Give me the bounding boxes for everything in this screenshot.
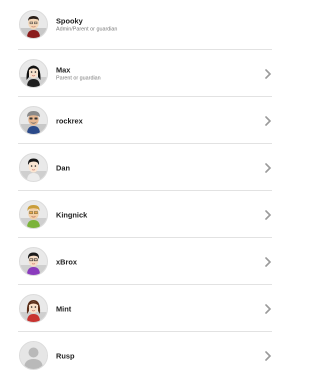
user-row-xbrox[interactable]: xBrox	[0, 238, 286, 285]
user-role: Admin/Parent or guardian	[56, 26, 118, 33]
chevron-right-icon	[264, 303, 272, 314]
user-row-mint[interactable]: Mint	[0, 285, 286, 332]
default-avatar-icon	[19, 340, 48, 370]
user-role: Parent or guardian	[56, 75, 101, 81]
avatar-kingnick	[19, 199, 48, 229]
user-row-rockrex[interactable]: rockrex	[0, 97, 286, 144]
avatar-rockrex	[19, 105, 48, 135]
user-row-kingnick[interactable]: Kingnick	[0, 191, 286, 238]
user-row-rusp[interactable]: Rusp	[0, 332, 286, 379]
user-name: rockrex	[56, 116, 83, 125]
user-name: Rusp	[56, 351, 75, 360]
avatar-xbrox	[19, 246, 48, 276]
chevron-right-icon	[264, 350, 272, 361]
user-row-dan[interactable]: Dan	[0, 144, 286, 191]
avatar-dan	[19, 152, 48, 182]
user-list: Spooky Admin/Parent or guardian Max Pare…	[0, 0, 286, 384]
chevron-right-icon	[264, 68, 272, 79]
user-name: Max	[56, 65, 71, 74]
avatar-max	[19, 58, 48, 88]
avatar-spooky	[19, 10, 48, 39]
user-row-spooky[interactable]: Spooky Admin/Parent or guardian	[0, 0, 286, 50]
user-name: Mint	[56, 304, 72, 313]
user-row-max[interactable]: Max Parent or guardian	[0, 50, 286, 97]
chevron-right-icon	[264, 256, 272, 267]
chevron-right-icon	[264, 209, 272, 220]
chevron-right-icon	[264, 162, 272, 173]
user-name: Spooky	[56, 16, 83, 26]
avatar-mint	[19, 293, 48, 323]
user-name: Kingnick	[56, 210, 88, 219]
user-name: xBrox	[56, 257, 77, 266]
chevron-right-icon	[264, 115, 272, 126]
user-name: Dan	[56, 163, 70, 172]
